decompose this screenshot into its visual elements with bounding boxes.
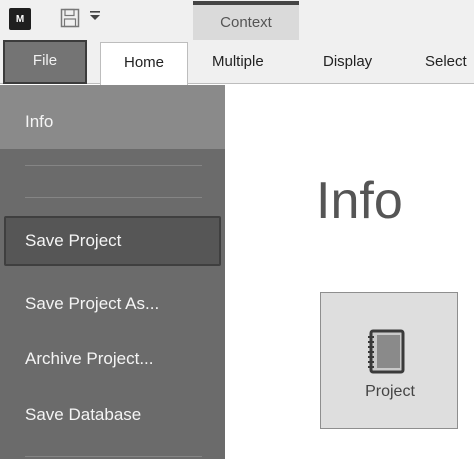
project-button[interactable]: Project [320,292,458,429]
backstage-sidebar: Info Save Project Save Project As... Arc… [0,85,225,459]
sidebar-item-save-project-as[interactable]: Save Project As... [0,287,225,321]
context-tab-label: Context [193,1,299,41]
tab-select[interactable]: Select [425,40,467,84]
tab-display[interactable]: Display [323,40,372,84]
sidebar-item-archive-project[interactable]: Archive Project... [0,342,225,376]
dropdown-arrow-icon[interactable] [89,9,101,23]
page-title: Info [316,172,403,230]
tab-home[interactable]: Home [100,42,188,85]
ribbon-tabs: File Home Multiple Display Select [0,40,474,85]
sidebar-item-save-project[interactable]: Save Project [4,216,221,266]
backstage-content: Info Project [225,85,474,459]
tab-file[interactable]: File [3,40,87,84]
sidebar-divider [25,456,202,457]
sidebar-divider [25,165,202,166]
app-icon[interactable]: M [9,8,31,30]
notebook-icon [368,329,405,374]
sidebar-divider [25,197,202,198]
save-icon[interactable] [60,8,80,28]
project-label: Project [365,383,415,400]
sidebar-item-info[interactable]: Info [0,85,225,149]
sidebar-item-save-database[interactable]: Save Database [0,398,225,432]
tab-multiple[interactable]: Multiple [212,40,264,84]
